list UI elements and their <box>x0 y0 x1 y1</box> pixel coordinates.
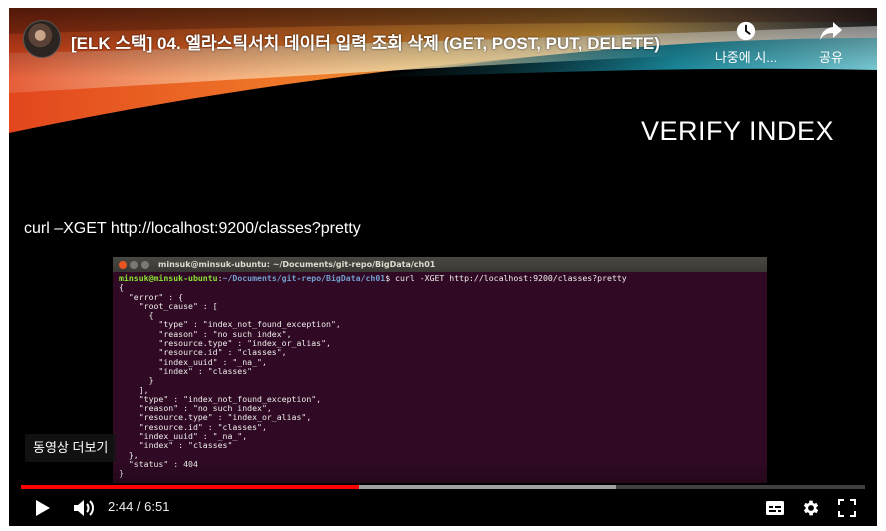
watch-later-button[interactable]: 나중에 시... <box>706 20 786 66</box>
prompt-command: $ curl -XGET http://localhost:9200/class… <box>385 273 627 283</box>
gear-icon <box>803 500 819 516</box>
volume-button[interactable] <box>71 496 97 520</box>
terminal-response: { "error" : { "root_cause" : [ { "type" … <box>119 282 341 478</box>
progress-played <box>21 485 359 489</box>
prompt-user: minsuk@minsuk-ubuntu <box>119 273 218 283</box>
maximize-icon <box>141 260 149 269</box>
slide-heading: VERIFY INDEX <box>641 116 835 146</box>
share-button[interactable]: 공유 <box>791 20 871 66</box>
time-display: 2:44 / 6:51 <box>108 499 169 514</box>
video-title[interactable]: [ELK 스택] 04. 엘라스틱서치 데이터 입력 조회 삭제 (GET, P… <box>71 29 711 54</box>
terminal-output: minsuk@minsuk-ubuntu:~/Documents/git-rep… <box>113 272 767 481</box>
settings-button[interactable] <box>799 496 823 520</box>
play-button[interactable] <box>31 496 55 520</box>
minimize-icon <box>130 260 138 269</box>
terminal-title: minsuk@minsuk-ubuntu: ~/Documents/git-re… <box>158 260 436 269</box>
progress-bar[interactable] <box>21 485 865 489</box>
fullscreen-icon <box>838 499 856 517</box>
share-icon <box>819 22 843 45</box>
time-total: 6:51 <box>144 499 170 514</box>
subtitles-button[interactable] <box>763 496 787 520</box>
play-icon <box>36 500 50 516</box>
clock-icon <box>735 21 757 45</box>
slide-command-text: curl –XGET http://localhost:9200/classes… <box>24 220 361 237</box>
watch-later-label: 나중에 시... <box>714 50 778 65</box>
terminal-window: minsuk@minsuk-ubuntu: ~/Documents/git-re… <box>113 257 767 483</box>
share-label: 공유 <box>819 50 843 65</box>
bottom-gradient-overlay <box>9 460 877 526</box>
fullscreen-button[interactable] <box>835 496 859 520</box>
time-separator: / <box>133 499 145 514</box>
volume-icon <box>74 500 94 516</box>
channel-avatar[interactable] <box>23 20 61 58</box>
subtitles-icon <box>766 501 784 515</box>
video-player[interactable]: [ELK 스택] 04. 엘라스틱서치 데이터 입력 조회 삭제 (GET, P… <box>9 8 877 526</box>
time-current: 2:44 <box>108 499 134 514</box>
more-videos-button[interactable]: 동영상 더보기 <box>25 434 117 462</box>
close-icon <box>119 260 127 269</box>
prompt-path: ~/Documents/git-repo/BigData/ch01 <box>222 273 386 283</box>
terminal-titlebar: minsuk@minsuk-ubuntu: ~/Documents/git-re… <box>113 257 767 272</box>
